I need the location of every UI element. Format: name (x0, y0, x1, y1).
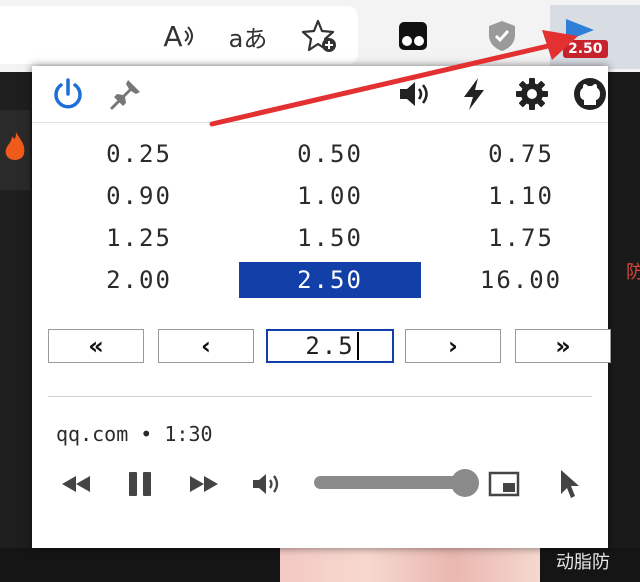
pause-icon[interactable] (122, 466, 158, 502)
rewind-icon[interactable] (58, 466, 94, 502)
background-right-panel (608, 72, 640, 582)
fast-forward-icon[interactable] (186, 466, 222, 502)
browser-toolbar: A aあ 2.50 (0, 0, 640, 72)
background-side-text: 防 (626, 262, 640, 283)
speed-input[interactable] (266, 329, 394, 363)
tampermonkey-icon[interactable] (398, 18, 428, 54)
translate-icon[interactable]: aあ (228, 18, 268, 54)
pin-icon[interactable] (108, 76, 144, 112)
faster-fast-button[interactable]: » (515, 329, 611, 363)
video-speed-controller-button[interactable] (550, 5, 640, 69)
slower-button[interactable]: ‹ (158, 329, 254, 363)
audio-icon[interactable] (398, 76, 434, 112)
speed-option[interactable]: 0.90 (48, 178, 230, 214)
shield-check-icon[interactable] (486, 18, 518, 54)
volume-slider[interactable] (314, 476, 466, 489)
background-thumbnails (280, 548, 540, 582)
speed-badge: 2.50 (563, 40, 608, 58)
read-aloud-icon[interactable]: A (160, 18, 196, 54)
cursor-icon[interactable] (552, 466, 588, 502)
speed-controller-popup: 0.25 0.50 0.75 0.90 1.00 1.10 1.25 1.50 … (32, 66, 611, 548)
faster-button[interactable]: › (405, 329, 501, 363)
speed-option[interactable]: 16.00 (430, 262, 612, 298)
shortcut-icon[interactable] (456, 76, 492, 112)
speed-option[interactable]: 1.75 (430, 220, 612, 256)
popup-header (32, 66, 608, 123)
speed-option[interactable]: 0.50 (239, 136, 421, 172)
divider (48, 396, 592, 397)
volume-icon[interactable] (250, 466, 286, 502)
background-text: 动脂防 (556, 552, 610, 573)
volume-slider-handle[interactable] (451, 469, 479, 497)
speed-option[interactable]: 1.00 (239, 178, 421, 214)
speed-option[interactable]: 0.75 (430, 136, 612, 172)
power-icon[interactable] (50, 76, 86, 112)
picture-in-picture-icon[interactable] (486, 466, 522, 502)
speed-option[interactable]: 2.00 (48, 262, 230, 298)
media-site-info: qq.com • 1:30 (56, 422, 213, 446)
fire-icon (5, 132, 25, 160)
speed-option-selected[interactable]: 2.50 (239, 262, 421, 298)
background-card (0, 110, 30, 190)
add-favorite-icon[interactable] (300, 18, 340, 54)
speed-option[interactable]: 1.25 (48, 220, 230, 256)
settings-icon[interactable] (514, 76, 550, 112)
slower-fast-button[interactable]: « (48, 329, 144, 363)
speed-option[interactable]: 1.10 (430, 178, 612, 214)
speed-option[interactable]: 1.50 (239, 220, 421, 256)
github-icon[interactable] (572, 76, 608, 112)
text-caret (357, 332, 359, 360)
speed-option[interactable]: 0.25 (48, 136, 230, 172)
